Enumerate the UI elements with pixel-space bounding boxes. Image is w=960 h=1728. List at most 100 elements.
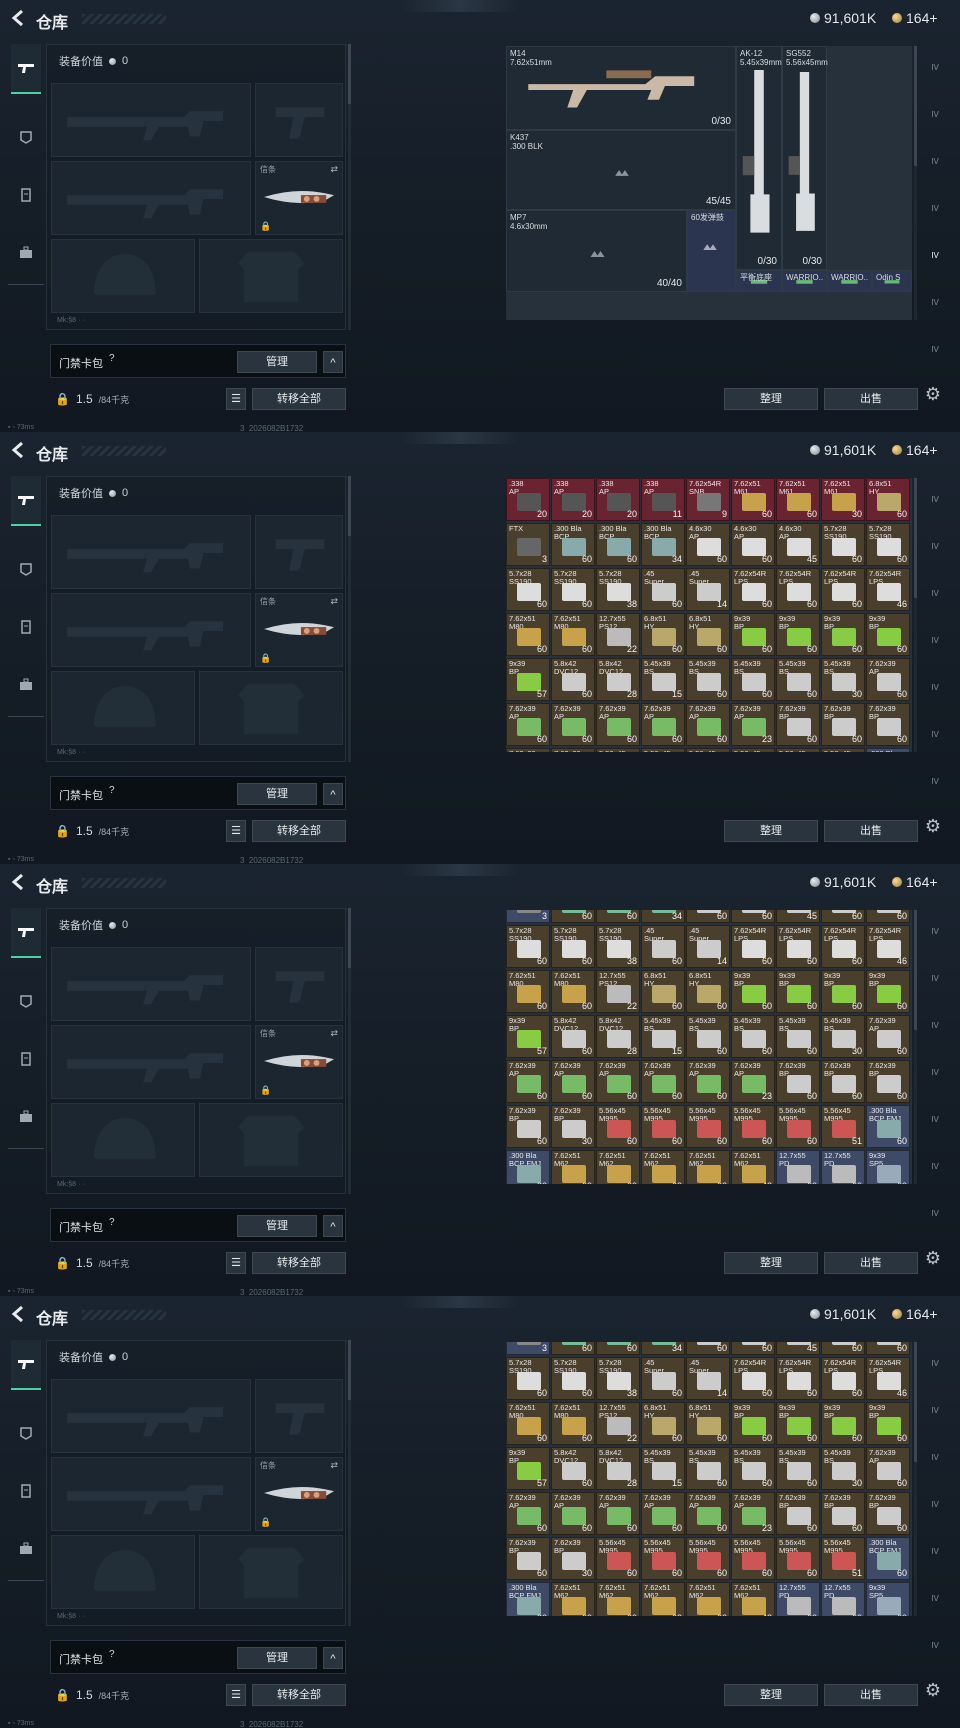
ammo-item[interactable]: 7.62x39 AP 60	[506, 1492, 550, 1535]
ammo-item[interactable]: 9x39 BP 60	[776, 970, 820, 1013]
ammo-item[interactable]: 7.62x39 AP 60	[596, 1492, 640, 1535]
ammo-item[interactable]: 7.62x39BP30	[551, 1537, 595, 1580]
ammo-item[interactable]: 5.56x45M99560	[641, 1537, 685, 1580]
ammo-item[interactable]: 7.62x54R LPS 60	[731, 925, 775, 968]
expand-button[interactable]: ^	[323, 783, 343, 805]
armor-slot[interactable]	[199, 1103, 343, 1177]
sell-button[interactable]: 出售	[824, 388, 918, 410]
ammo-item[interactable]: 5.7x28 SS190 38	[596, 1357, 640, 1400]
ammo-item[interactable]: 3	[506, 910, 550, 923]
ammo-item[interactable]: 45	[776, 910, 820, 923]
ammo-item[interactable]: 5.7x28 SS190 38	[596, 568, 640, 611]
ammo-item[interactable]: 5.56x45M99560	[776, 748, 820, 752]
ammo-item[interactable]: 5.7x28 SS190 60	[551, 568, 595, 611]
ammo-item[interactable]: 7.62x39 AP 60	[641, 1492, 685, 1535]
ammo-item[interactable]: .300 BlaBCP FMJ60	[866, 1105, 910, 1148]
ammo-item[interactable]: .300 BlaBCP FMJ60	[866, 748, 910, 752]
stash-tab-7[interactable]: IV	[922, 772, 948, 790]
right-scrollbar-track[interactable]	[914, 598, 917, 752]
ammo-item[interactable]: 7.62x39BP60	[821, 1060, 865, 1103]
tab-vest-icon[interactable]	[11, 1044, 41, 1074]
ammo-item[interactable]: 60	[731, 1342, 775, 1355]
left-scrollbar-thumb[interactable]	[348, 44, 351, 104]
ammo-item[interactable]: 4.6x30 AP 45	[776, 523, 820, 566]
stash-tab-5[interactable]: IV	[922, 678, 948, 696]
ammo-item[interactable]: 9x39 BP 60	[776, 1402, 820, 1445]
ammo-item[interactable]: 5.45x39 BS 60	[776, 1447, 820, 1490]
armor-slot[interactable]	[199, 1535, 343, 1609]
help-icon[interactable]: ?	[109, 353, 115, 364]
ammo-item[interactable]: 7.62x39BP60	[776, 1060, 820, 1103]
ammo-item[interactable]: 5.56x45M99551	[821, 1537, 865, 1580]
ammo-item[interactable]: 7.62x39 AP 23	[731, 1060, 775, 1103]
ammo-item[interactable]: 7.62x51M6260	[551, 1582, 595, 1616]
ammo-item[interactable]: .338 AP 20	[551, 478, 595, 521]
stash-tab-1[interactable]: IV	[922, 922, 948, 940]
pistol-slot[interactable]	[255, 83, 343, 157]
ammo-item[interactable]: 5.8x42 DVC12 60	[551, 658, 595, 701]
ammo-item[interactable]: 60	[596, 1342, 640, 1355]
ammo-item[interactable]: 5.7x28 SS190 60	[551, 1357, 595, 1400]
left-scrollbar-thumb[interactable]	[348, 476, 351, 536]
ammo-item[interactable]: 9x39 BP 60	[821, 970, 865, 1013]
secondary-weapon-slot[interactable]	[51, 161, 251, 235]
ammo-item[interactable]: 9x39 BP 57	[506, 1447, 550, 1490]
tab-armor-icon[interactable]	[11, 986, 41, 1016]
ammo-item[interactable]: 6.8x51 HY 60	[641, 1402, 685, 1445]
stash-tab-5[interactable]: IV	[922, 246, 948, 264]
gold-currency[interactable]: 164+	[892, 874, 938, 890]
ammo-item[interactable]: 6.8x51 HY 60	[686, 1402, 730, 1445]
weapon-item[interactable]: Odin S	[872, 270, 912, 292]
left-scrollbar-track[interactable]	[348, 968, 351, 1194]
secondary-weapon-slot[interactable]	[51, 593, 251, 667]
ammo-item[interactable]: 5.56x45M99560	[776, 1537, 820, 1580]
ammo-item[interactable]: 5.56x45M99560	[596, 1537, 640, 1580]
secondary-weapon-slot[interactable]	[51, 1457, 251, 1531]
weapon-item[interactable]: WARRIO..	[827, 270, 872, 292]
ammo-item[interactable]: .300 Bla BCP 60	[596, 523, 640, 566]
weapon-item[interactable]: M14 7.62x51mm 0/30	[506, 46, 736, 130]
left-scrollbar-track[interactable]	[348, 1400, 351, 1626]
stash-tab-6[interactable]: IV	[922, 725, 948, 743]
ammo-item[interactable]: 5.45x39 BS 60	[686, 1015, 730, 1058]
ammo-item[interactable]: 7.62x39BP60	[776, 1492, 820, 1535]
knife-slot[interactable]: 信条 ⇄ 🔒	[255, 1025, 343, 1099]
ammo-item[interactable]: 7.62x39 AP 60	[596, 1060, 640, 1103]
ammo-item[interactable]: 5.7x28 SS190 60	[866, 523, 910, 566]
sort-button[interactable]: 整理	[724, 388, 818, 410]
ammo-item[interactable]: .338 AP 11	[641, 478, 685, 521]
ammo-item[interactable]: 7.62x51M6243	[731, 1150, 775, 1184]
ammo-item[interactable]: 7.62x39 AP 60	[866, 658, 910, 701]
ammo-item[interactable]: 5.56x45M99560	[641, 748, 685, 752]
manage-button[interactable]: 管理	[237, 351, 317, 373]
gold-currency[interactable]: 164+	[892, 1306, 938, 1322]
ammo-item[interactable]: 12.7x55 PS12 22	[596, 970, 640, 1013]
ammo-item[interactable]: 7.62x39BP60	[776, 703, 820, 746]
ammo-item[interactable]: 60	[821, 1342, 865, 1355]
back-arrow-icon[interactable]	[10, 9, 28, 27]
ammo-item[interactable]: 5.56x45M99560	[731, 748, 775, 752]
armor-slot[interactable]	[199, 671, 343, 745]
right-scrollbar-track[interactable]	[914, 166, 917, 320]
stash-grid[interactable]: M14 7.62x51mm 0/30 AK-12 5.45x39mm 0/30 SG552 5…	[506, 46, 912, 320]
ammo-item[interactable]: 9x39 BP 60	[731, 1402, 775, 1445]
ammo-item[interactable]: 6.8x51 HY 60	[641, 970, 685, 1013]
left-scrollbar-thumb[interactable]	[348, 908, 351, 968]
help-icon[interactable]: ?	[109, 1217, 115, 1228]
ammo-item[interactable]: .45 Super 14	[686, 925, 730, 968]
stash-tab-3[interactable]: IV	[922, 584, 948, 602]
ammo-item[interactable]: 7.62x39 AP 60	[686, 1060, 730, 1103]
right-scrollbar-thumb[interactable]	[914, 910, 917, 1030]
ammo-item[interactable]: 9x39 BP 57	[506, 1015, 550, 1058]
ammo-item[interactable]: 7.62x51M6260	[596, 1582, 640, 1616]
ammo-item[interactable]: 5.56x45M99560	[641, 1105, 685, 1148]
ammo-item[interactable]: 9x39 BP 60	[866, 1402, 910, 1445]
knife-slot[interactable]: 信条 ⇄ 🔒	[255, 161, 343, 235]
ammo-item[interactable]: 5.7x28 SS190 60	[821, 523, 865, 566]
back-arrow-icon[interactable]	[10, 441, 28, 459]
ammo-item[interactable]: 9x39 BP 60	[866, 970, 910, 1013]
ammo-item[interactable]: 7.62x39 AP 60	[551, 703, 595, 746]
sell-button[interactable]: 出售	[824, 820, 918, 842]
ammo-item[interactable]: .300 Bla BCP 60	[551, 523, 595, 566]
list-view-button[interactable]: ☰	[226, 388, 246, 410]
